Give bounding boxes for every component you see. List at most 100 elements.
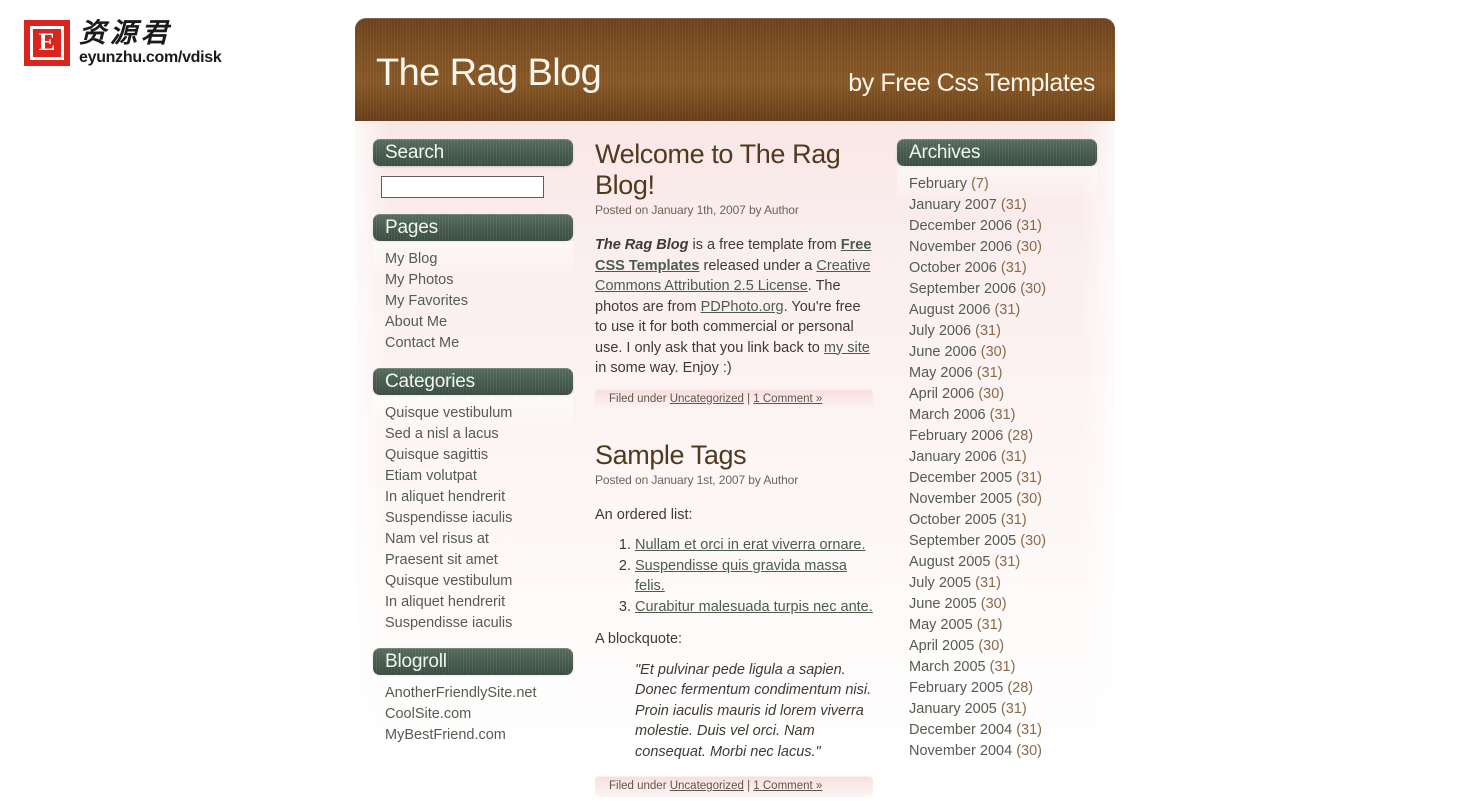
category-item-4[interactable]: In aliquet hendrerit xyxy=(385,487,573,508)
blogroll-item-0[interactable]: AnotherFriendlySite.net xyxy=(385,683,573,704)
category-item-10[interactable]: Suspendisse iaculis xyxy=(385,613,573,634)
archive-item-7[interactable]: July 2006 (31) xyxy=(909,321,1097,342)
list-item: January 2006 (31) xyxy=(909,447,1097,468)
watermark-url-text: eyunzhu.com/vdisk xyxy=(79,49,222,66)
link-pdphoto[interactable]: PDPhoto.org xyxy=(701,299,784,315)
list-item: September 2005 (30) xyxy=(909,531,1097,552)
category-item-1[interactable]: Sed a nisl a lacus xyxy=(385,424,573,445)
archive-item-18[interactable]: August 2005 (31) xyxy=(909,552,1097,573)
filed-under-label: Filed under xyxy=(609,780,670,792)
archive-item-count: (30) xyxy=(980,596,1007,612)
archives-list: February (7) January 2007 (31) December 20… xyxy=(909,174,1097,762)
blogroll-item-1[interactable]: CoolSite.com xyxy=(385,704,573,725)
post-date: Posted on January 1th, 2007 by Author xyxy=(595,203,799,217)
archive-item-27[interactable]: November 2004 (30) xyxy=(909,741,1097,762)
archive-item-count: (31) xyxy=(1000,260,1027,276)
list-item: About Me xyxy=(385,312,573,333)
post-text-5: in some way. Enjoy :) xyxy=(595,360,732,376)
archive-item-23[interactable]: March 2005 (31) xyxy=(909,657,1097,678)
list-item: Quisque vestibulum xyxy=(385,403,573,424)
archive-item-count: (30) xyxy=(978,638,1005,654)
list-item: January 2005 (31) xyxy=(909,699,1097,720)
blogroll-item-2[interactable]: MyBestFriend.com xyxy=(385,725,573,746)
archive-item-19[interactable]: July 2005 (31) xyxy=(909,573,1097,594)
archive-item-17[interactable]: September 2005 (30) xyxy=(909,531,1097,552)
list-item: September 2006 (30) xyxy=(909,279,1097,300)
archive-item-5[interactable]: September 2006 (30) xyxy=(909,279,1097,300)
archive-item-6[interactable]: August 2006 (31) xyxy=(909,300,1097,321)
archive-item-16[interactable]: October 2005 (31) xyxy=(909,510,1097,531)
archive-item-label: October 2005 xyxy=(909,512,997,528)
post-category-link[interactable]: Uncategorized xyxy=(670,780,744,792)
list-item: April 2005 (30) xyxy=(909,636,1097,657)
archive-item-label: September 2005 xyxy=(909,533,1017,549)
archive-item-10[interactable]: April 2006 (30) xyxy=(909,384,1097,405)
list-item: In aliquet hendrerit xyxy=(385,592,573,613)
archive-item-15[interactable]: November 2005 (30) xyxy=(909,489,1097,510)
archive-item-count: (30) xyxy=(980,344,1007,360)
archive-item-8[interactable]: June 2006 (30) xyxy=(909,342,1097,363)
archive-item-0[interactable]: February (7) xyxy=(909,174,1097,195)
archive-item-3[interactable]: November 2006 (30) xyxy=(909,237,1097,258)
post-comments-link[interactable]: 1 Comment » xyxy=(753,393,822,405)
archive-item-label: August 2006 xyxy=(909,302,991,318)
archive-item-4[interactable]: October 2006 (31) xyxy=(909,258,1097,279)
archive-item-1[interactable]: January 2007 (31) xyxy=(909,195,1097,216)
post-category-link[interactable]: Uncategorized xyxy=(670,393,744,405)
ordered-list-link-1[interactable]: Suspendisse quis gravida massa felis. xyxy=(635,558,847,594)
watermark-text: 资源君 eyunzhu.com/vdisk xyxy=(79,20,222,66)
list-item: July 2006 (31) xyxy=(909,321,1097,342)
archive-item-20[interactable]: June 2005 (30) xyxy=(909,594,1097,615)
archive-item-count: (30) xyxy=(978,386,1005,402)
category-item-5[interactable]: Suspendisse iaculis xyxy=(385,508,573,529)
post-title-sample-tags[interactable]: Sample Tags xyxy=(595,440,873,471)
archive-item-24[interactable]: February 2005 (28) xyxy=(909,678,1097,699)
archive-item-count: (30) xyxy=(1016,491,1042,507)
site-title[interactable]: The Rag Blog xyxy=(376,52,602,95)
category-item-0[interactable]: Quisque vestibulum xyxy=(385,403,573,424)
widget-title-search: Search xyxy=(373,139,573,166)
archive-item-12[interactable]: February 2006 (28) xyxy=(909,426,1097,447)
sidebar-item-my-photos[interactable]: My Photos xyxy=(385,270,573,291)
widget-archives: Archives February (7) January 2007 (31) De… xyxy=(897,139,1097,762)
blogroll-list-body: AnotherFriendlySite.net CoolSite.com MyB… xyxy=(373,675,573,746)
category-item-6[interactable]: Nam vel risus at xyxy=(385,529,573,550)
search-input[interactable] xyxy=(381,176,544,198)
post-date: Posted on January 1st, 2007 by Author xyxy=(595,472,799,487)
post-comments-link[interactable]: 1 Comment » xyxy=(753,780,822,792)
archive-item-13[interactable]: January 2006 (31) xyxy=(909,447,1097,468)
category-item-7[interactable]: Praesent sit amet xyxy=(385,550,573,571)
archive-item-14[interactable]: December 2005 (31) xyxy=(909,468,1097,489)
archive-item-9[interactable]: May 2006 (31) xyxy=(909,363,1097,384)
watermark-badge-icon: E xyxy=(24,20,70,66)
search-form xyxy=(373,166,573,200)
archive-item-21[interactable]: May 2005 (31) xyxy=(909,615,1097,636)
archive-item-2[interactable]: December 2006 (31) xyxy=(909,216,1097,237)
sidebar-item-contact-me[interactable]: Contact Me xyxy=(385,333,573,354)
page-title[interactable]: Welcome to The Rag Blog! xyxy=(595,139,873,201)
list-item: November 2004 (30) xyxy=(909,741,1097,762)
archive-item-label: May 2006 xyxy=(909,365,973,381)
archive-item-25[interactable]: January 2005 (31) xyxy=(909,699,1097,720)
link-my-site[interactable]: my site xyxy=(824,340,870,356)
sample-blockquote: "Et pulvinar pede ligula a sapien. Donec… xyxy=(635,661,872,760)
category-item-8[interactable]: Quisque vestibulum xyxy=(385,571,573,592)
archive-item-26[interactable]: December 2004 (31) xyxy=(909,720,1097,741)
ordered-list-link-0[interactable]: Nullam et orci in erat viverra ornare. xyxy=(635,537,865,553)
list-item: February 2006 (28) xyxy=(909,426,1097,447)
archive-item-11[interactable]: March 2006 (31) xyxy=(909,405,1097,426)
archive-item-label: August 2005 xyxy=(909,554,991,570)
category-item-3[interactable]: Etiam volutpat xyxy=(385,466,573,487)
ordered-list-link-2[interactable]: Curabitur malesuada turpis nec ante. xyxy=(635,599,873,615)
category-item-9[interactable]: In aliquet hendrerit xyxy=(385,592,573,613)
list-item: November 2005 (30) xyxy=(909,489,1097,510)
archive-item-count: (31) xyxy=(976,365,1003,381)
sidebar-item-my-blog[interactable]: My Blog xyxy=(385,249,573,270)
post-text-2: released under a xyxy=(699,257,817,274)
archive-item-label: April 2006 xyxy=(909,386,975,402)
list-item: December 2004 (31) xyxy=(909,720,1097,741)
sidebar-item-about-me[interactable]: About Me xyxy=(385,312,573,333)
archive-item-22[interactable]: April 2005 (30) xyxy=(909,636,1097,657)
category-item-2[interactable]: Quisque sagittis xyxy=(385,445,573,466)
sidebar-item-my-favorites[interactable]: My Favorites xyxy=(385,291,573,312)
